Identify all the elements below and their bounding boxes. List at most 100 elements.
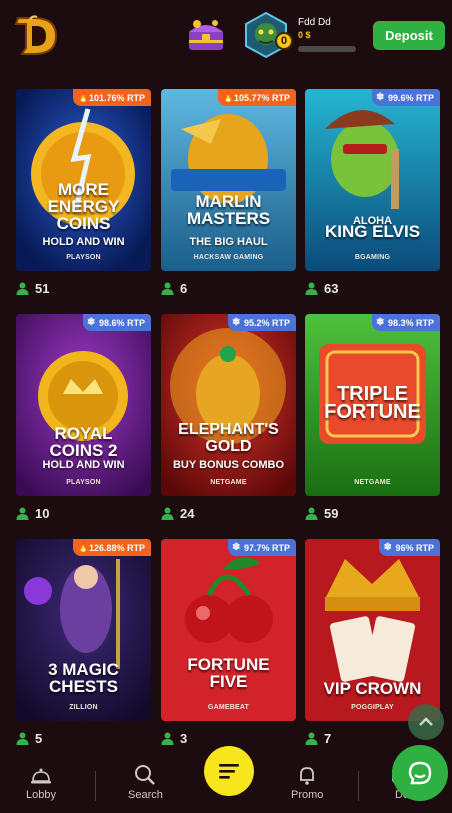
nav-promo[interactable]: Promo	[291, 763, 323, 801]
nav-divider	[358, 771, 359, 801]
deposit-button[interactable]: Deposit	[373, 21, 445, 50]
game-card[interactable]: ❄ 96% RTP VIP CROWN POGGIPLAY	[305, 539, 440, 721]
menu-icon	[219, 764, 239, 779]
player-count: 51	[16, 280, 49, 296]
game-provider: BGAMING	[354, 254, 391, 261]
game-subtitle: HOLD AND WIN	[42, 459, 125, 471]
rtp-text: 126.88% RTP	[88, 542, 145, 553]
user-icon	[305, 732, 318, 745]
user-icon	[305, 282, 318, 295]
game-provider: GAMEBEAT	[207, 704, 250, 711]
player-count-value: 63	[324, 280, 339, 296]
snowflake-icon: ❄	[231, 542, 241, 553]
promo-bell-icon	[300, 767, 315, 785]
balance: 0 $	[298, 30, 311, 40]
game-card[interactable]: ❄ 98.6% RTP ROYAL COINS 2 HOLD AND WIN PLAYSO…	[16, 314, 151, 496]
fire-icon: 🔥	[76, 92, 90, 103]
user-icon	[161, 282, 174, 295]
player-count: 3	[161, 730, 187, 746]
game-provider: PLAYSON	[66, 254, 101, 261]
player-count: 7	[305, 730, 331, 746]
casino-app: 0 Fdd Dd 0 $ Deposit 🔥 101.76% RTP MORE ENE…	[0, 0, 452, 813]
player-count-value: 6	[180, 280, 188, 296]
game-provider: NETGAME	[210, 479, 247, 486]
lobby-bell-icon	[30, 768, 51, 784]
user-level-badge: 0	[275, 32, 293, 50]
nav-lobby-label: Lobby	[26, 789, 56, 801]
game-card[interactable]: 🔥 105.77% RTP MARLIN MASTERS THE BIG HAUL HAC…	[161, 89, 296, 271]
chevron-up-icon	[419, 717, 433, 726]
game-card[interactable]: ❄ 95.2% RTP ELEPHANT'S GOLD BUY BONUS COMBO N…	[161, 314, 296, 496]
player-count-value: 24	[180, 505, 195, 521]
rtp-badge: 🔥 101.76% RTP	[72, 89, 151, 106]
nav-divider	[95, 771, 96, 801]
live-chat-button[interactable]	[392, 745, 448, 801]
xp-progress-bar	[298, 46, 356, 52]
bottom-navigation: Lobby Search Promo	[0, 746, 452, 813]
rtp-badge: ❄ 96% RTP	[379, 539, 440, 556]
nav-promo-label: Promo	[291, 789, 324, 801]
player-count-value: 10	[35, 505, 50, 521]
player-count-value: 7	[324, 730, 332, 746]
player-count: 6	[161, 280, 187, 296]
rtp-text: 98.6% RTP	[98, 317, 145, 328]
snowflake-icon: ❄	[231, 317, 241, 328]
game-card[interactable]: 🔥 101.76% RTP MORE ENERGY COINS HOLD AND WIN P…	[16, 89, 151, 271]
user-icon	[305, 507, 318, 520]
rtp-text: 97.7% RTP	[243, 542, 290, 553]
game-card[interactable]: ❄ 97.7% RTP FORTUNE FIVE GAMEBEAT	[161, 539, 296, 721]
game-title-line: MASTERS	[186, 209, 271, 228]
player-count: 10	[16, 505, 49, 521]
game-card[interactable]: ❄ 99.6% RTP ALOHA KING ELVIS BGAMING	[305, 89, 440, 271]
rtp-text: 99.6% RTP	[387, 92, 434, 103]
rtp-text: 101.76% RTP	[88, 92, 145, 103]
game-title-line: FIVE	[209, 672, 248, 691]
menu-button[interactable]	[204, 746, 254, 796]
game-title-line: FORTUNE	[187, 655, 270, 674]
game-subtitle: THE BIG HAUL	[189, 236, 268, 248]
user-icon	[161, 732, 174, 745]
game-title-line: COINS 2	[49, 441, 118, 460]
game-provider: PLAYSON	[66, 479, 101, 486]
snowflake-icon: ❄	[86, 317, 96, 328]
nav-search[interactable]: Search	[128, 763, 163, 801]
snowflake-icon: ❄	[383, 542, 392, 553]
fire-icon: 🔥	[221, 92, 235, 103]
snowflake-icon: ❄	[375, 92, 385, 103]
rtp-text: 95.2% RTP	[243, 317, 290, 328]
game-title-line: CHESTS	[49, 677, 118, 696]
game-card[interactable]: ❄ 98.3% RTP TRIPLE FORTUNE NETGAME	[305, 314, 440, 496]
rtp-text: 98.3% RTP	[387, 317, 434, 328]
nav-search-label: Search	[128, 789, 163, 801]
game-title-line: ROYAL	[54, 424, 113, 443]
brand-logo[interactable]	[12, 14, 60, 58]
user-icon	[16, 282, 29, 295]
game-card[interactable]: 🔥 126.88% RTP 3 MAGIC CHESTS ZILLION	[16, 539, 151, 721]
game-title-line: MORE	[58, 180, 109, 199]
rtp-badge: 🔥 126.88% RTP	[72, 539, 151, 556]
rtp-badge: ❄ 95.2% RTP	[227, 314, 296, 331]
rtp-badge: 🔥 105.77% RTP	[217, 89, 296, 106]
user-icon	[161, 507, 174, 520]
player-count-value: 3	[180, 730, 188, 746]
game-title-line: KING ELVIS	[324, 222, 421, 241]
game-title-line: COINS	[56, 214, 111, 233]
game-title-line: VIP CROWN	[323, 679, 422, 698]
game-subtitle: HOLD AND WIN	[42, 236, 125, 248]
game-title-line: 3 MAGIC	[48, 660, 119, 679]
rewards-chest-icon[interactable]	[185, 14, 227, 54]
game-artwork	[161, 539, 296, 721]
game-artwork	[305, 89, 440, 271]
game-title-line: GOLD	[205, 438, 252, 455]
game-title-line: ENERGY	[47, 197, 120, 216]
player-count-value: 51	[35, 280, 50, 296]
fire-icon: 🔥	[76, 542, 90, 553]
scroll-to-top-button[interactable]	[408, 704, 444, 740]
nav-lobby[interactable]: Lobby	[26, 763, 56, 801]
game-subtitle: BUY BONUS COMBO	[172, 459, 285, 471]
player-count: 5	[16, 730, 42, 746]
player-count: 24	[161, 505, 194, 521]
user-icon	[16, 507, 29, 520]
player-count: 59	[305, 505, 338, 521]
top-header: 0 Fdd Dd 0 $ Deposit	[0, 0, 452, 70]
